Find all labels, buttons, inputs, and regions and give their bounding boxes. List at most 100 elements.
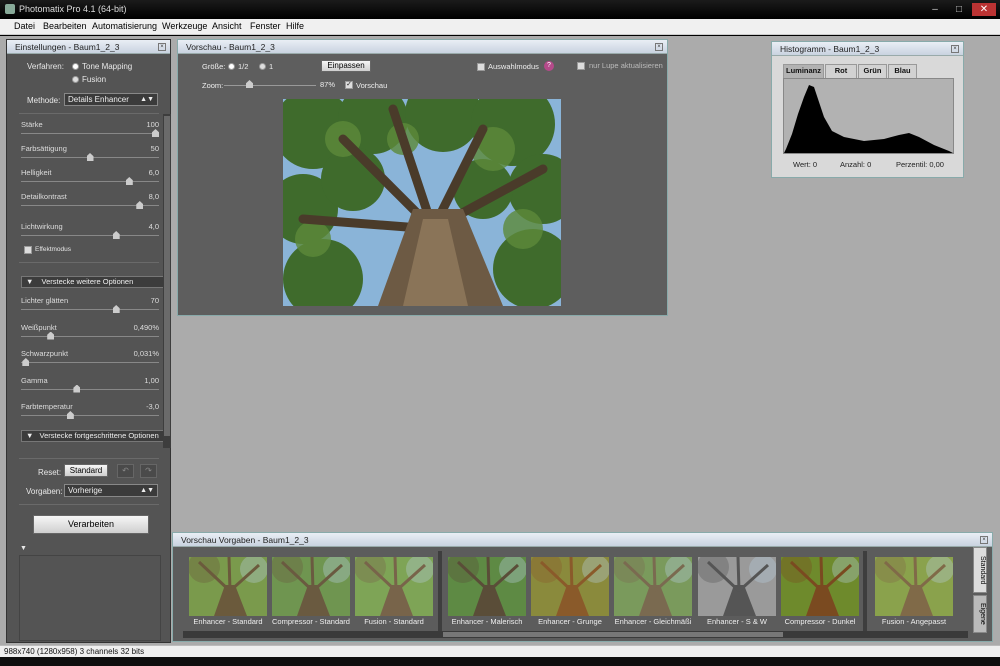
presets-side-tab-eigene[interactable]: Eigene xyxy=(973,595,987,633)
slider-value: 8,0 xyxy=(148,192,159,201)
settings-header: Einstellungen - Baum1_2_3 × xyxy=(7,40,170,54)
slider-label: Lichtwirkung xyxy=(21,222,63,231)
lupe-checkbox[interactable] xyxy=(577,62,585,70)
preview-image[interactable] xyxy=(283,99,561,306)
tonemapping-radio[interactable] xyxy=(72,63,79,70)
preset-thumb[interactable] xyxy=(189,557,267,616)
slider-knob[interactable] xyxy=(125,177,133,185)
slider-track[interactable] xyxy=(21,181,159,182)
preset-thumb[interactable] xyxy=(614,557,692,616)
auswahl-checkbox[interactable] xyxy=(477,63,485,71)
tab-luminanz[interactable]: Luminanz xyxy=(783,64,824,78)
tab-blau[interactable]: Blau xyxy=(888,64,917,78)
histogram-close-icon[interactable]: × xyxy=(951,45,959,53)
slider-value: 6,0 xyxy=(148,168,159,177)
slider-track[interactable] xyxy=(21,388,159,390)
histogram-header: Histogramm - Baum1_2_3 × xyxy=(772,42,963,56)
slider-knob[interactable] xyxy=(112,231,120,239)
slider-knob[interactable] xyxy=(47,331,55,340)
slider-knob[interactable] xyxy=(73,384,81,393)
menu-fenster[interactable]: Fenster xyxy=(250,21,281,31)
slider-track[interactable] xyxy=(21,235,159,236)
presets-scroll-thumb[interactable] xyxy=(443,632,783,637)
fusion-radio[interactable] xyxy=(72,76,79,83)
undo-button[interactable]: ↶ xyxy=(117,464,134,478)
tab-gruen[interactable]: Grün xyxy=(858,64,887,78)
slider-knob[interactable] xyxy=(66,411,74,419)
vorgaben-select[interactable]: Vorherige ▲▼ xyxy=(64,484,158,497)
preset-thumb[interactable] xyxy=(448,557,526,616)
slider-knob[interactable] xyxy=(112,305,120,313)
histogram-curve xyxy=(784,85,953,153)
app-icon xyxy=(5,4,15,14)
presets-side-tab-standard[interactable]: Standard xyxy=(973,547,987,593)
zoom-slider-knob[interactable] xyxy=(246,80,253,88)
process-button[interactable]: Verarbeiten xyxy=(33,515,149,534)
slider-track[interactable] xyxy=(21,309,159,310)
menu-werkzeuge[interactable]: Werkzeuge xyxy=(162,21,207,31)
preset-thumb[interactable] xyxy=(875,557,953,616)
divider xyxy=(19,262,159,263)
preview-close-icon[interactable]: × xyxy=(655,43,663,51)
redo-button[interactable]: ↷ xyxy=(140,464,157,478)
menu-automatisierung[interactable]: Automatisierung xyxy=(92,21,157,31)
effektmodus-checkbox[interactable] xyxy=(24,246,32,254)
slider-label: Farbtemperatur xyxy=(21,402,73,411)
dropdown-arrow-icon: ▲▼ xyxy=(140,487,154,494)
vorschau-checkbox[interactable]: ✓ xyxy=(345,81,353,89)
slider-track[interactable] xyxy=(21,335,159,337)
scroll-thumb[interactable] xyxy=(164,116,170,436)
slider-value: 100 xyxy=(146,120,159,129)
preset-label: Compressor - Standard xyxy=(272,617,350,626)
dropdown-arrow-icon: ▲▼ xyxy=(140,96,154,103)
tree-photo xyxy=(283,99,561,306)
slider-track[interactable] xyxy=(21,133,159,134)
size-half-radio[interactable] xyxy=(228,63,235,70)
preset-thumb-image xyxy=(189,557,267,616)
reset-standard-button[interactable]: Standard xyxy=(64,464,108,477)
help-icon[interactable]: ? xyxy=(544,61,554,71)
presets-scrollbar[interactable] xyxy=(183,631,968,638)
size-one-radio[interactable] xyxy=(259,63,266,70)
maximize-button[interactable]: □ xyxy=(948,3,970,16)
minimize-button[interactable]: – xyxy=(924,3,946,16)
close-button[interactable]: ✕ xyxy=(972,3,996,16)
preset-thumb[interactable] xyxy=(355,557,433,616)
slider-label: Weißpunkt xyxy=(21,322,57,332)
preset-thumb[interactable] xyxy=(698,557,776,616)
presets-close-icon[interactable]: × xyxy=(980,536,988,544)
menu-ansicht[interactable]: Ansicht xyxy=(212,21,242,31)
histogram-plot xyxy=(783,78,954,154)
zoom-slider-track[interactable] xyxy=(224,85,316,86)
menu-bearbeiten[interactable]: Bearbeiten xyxy=(43,21,87,31)
methode-select[interactable]: Details Enhancer ▲▼ xyxy=(64,93,158,106)
tab-rot[interactable]: Rot xyxy=(825,64,857,78)
preset-label: Enhancer - S & W xyxy=(706,617,768,626)
slider-value: -3,0 xyxy=(146,402,159,411)
slider-value: 50 xyxy=(150,144,159,153)
menu-hilfe[interactable]: Hilfe xyxy=(286,21,304,31)
advanced-options-toggle[interactable]: ▼ Verstecke fortgeschrittene Optionen xyxy=(21,430,167,442)
hist-anzahl: Anzahl: 0 xyxy=(840,160,872,169)
menu-datei[interactable]: Datei xyxy=(14,21,35,31)
preset-thumb-image xyxy=(448,557,526,616)
lupe-label: nur Lupe aktualisieren xyxy=(589,61,663,70)
settings-close-icon[interactable]: × xyxy=(158,43,166,51)
slider-knob[interactable] xyxy=(22,358,30,366)
preset-thumb[interactable] xyxy=(531,557,609,616)
fusion-label: Fusion xyxy=(82,75,107,84)
slider-knob[interactable] xyxy=(136,201,144,209)
preset-thumb[interactable] xyxy=(272,557,350,616)
slider-knob[interactable] xyxy=(86,153,94,161)
window-title: Photomatix Pro 4.1 (64-bit) xyxy=(19,4,127,14)
more-options-toggle[interactable]: ▼ Verstecke weitere Optionen xyxy=(21,276,167,288)
expand-icon[interactable]: ▼ xyxy=(20,545,27,552)
slider-knob[interactable] xyxy=(152,129,159,137)
slider-track[interactable] xyxy=(21,415,159,416)
slider-track[interactable] xyxy=(21,362,159,363)
histogram-panel: Histogramm - Baum1_2_3 × Luminanz Rot Gr… xyxy=(771,41,964,178)
fit-button[interactable]: Einpassen xyxy=(321,60,371,72)
methode-value: Details Enhancer xyxy=(68,95,129,104)
preset-thumb[interactable] xyxy=(781,557,859,616)
settings-scrollbar[interactable] xyxy=(163,114,171,448)
